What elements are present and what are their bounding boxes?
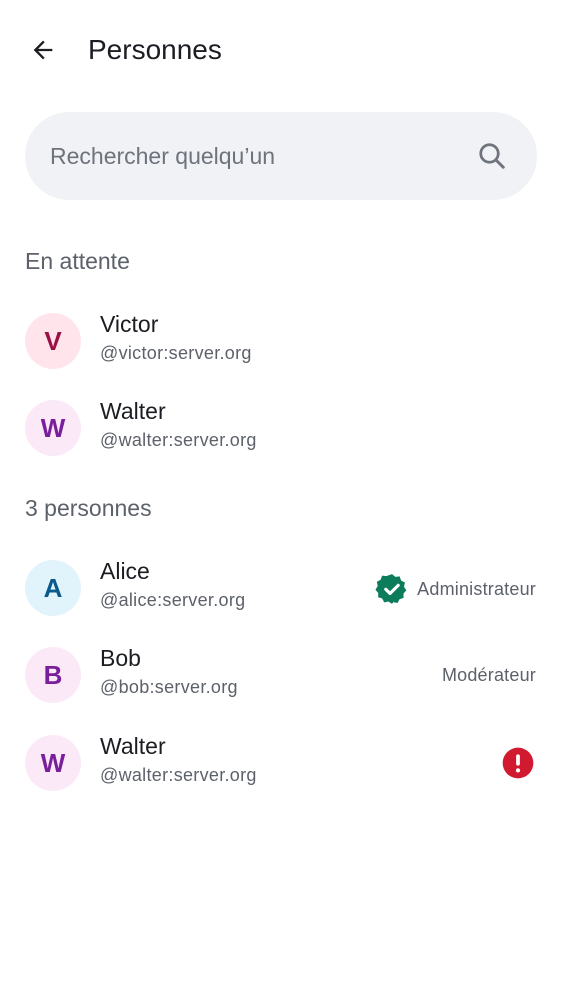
- avatar: W: [25, 735, 81, 791]
- avatar: A: [25, 560, 81, 616]
- role-label: Administrateur: [417, 579, 536, 599]
- list-item[interactable]: V Victor @victor:server.org: [0, 297, 562, 385]
- member-name: Bob: [100, 645, 141, 671]
- page-title: Personnes: [88, 34, 222, 65]
- arrow-left-icon: [33, 40, 53, 60]
- member-name: Victor: [100, 311, 159, 337]
- member-name: Walter: [100, 398, 166, 424]
- member-name: Alice: [100, 558, 150, 584]
- member-handle: @victor:server.org: [100, 343, 252, 363]
- member-handle: @bob:server.org: [100, 677, 238, 697]
- list-item[interactable]: W Walter @walter:server.org: [0, 384, 562, 472]
- avatar: W: [25, 400, 81, 456]
- error-icon: [502, 747, 534, 779]
- search-input[interactable]: [50, 112, 470, 200]
- list-item[interactable]: B Bob @bob:server.org Modérateur: [0, 631, 562, 719]
- member-handle: @alice:server.org: [100, 590, 246, 610]
- search-field[interactable]: [25, 112, 537, 200]
- search-icon[interactable]: [477, 141, 507, 171]
- member-name: Walter: [100, 733, 166, 759]
- section-title-pending: En attente: [25, 248, 130, 274]
- role-label: Modérateur: [441, 665, 536, 685]
- verified-check-icon: [375, 574, 407, 604]
- avatar: B: [25, 647, 81, 703]
- list-item[interactable]: A Alice @alice:server.org Administrateur: [0, 544, 562, 632]
- section-title-members: 3 personnes: [25, 495, 152, 521]
- top-app-bar: Personnes: [0, 0, 562, 100]
- avatar: V: [25, 313, 81, 369]
- member-handle: @walter:server.org: [100, 765, 257, 785]
- admin-role-badge: Administrateur: [375, 572, 536, 606]
- member-handle: @walter:server.org: [100, 430, 257, 450]
- list-item[interactable]: W Walter @walter:server.org: [0, 719, 562, 807]
- back-button[interactable]: [20, 27, 66, 73]
